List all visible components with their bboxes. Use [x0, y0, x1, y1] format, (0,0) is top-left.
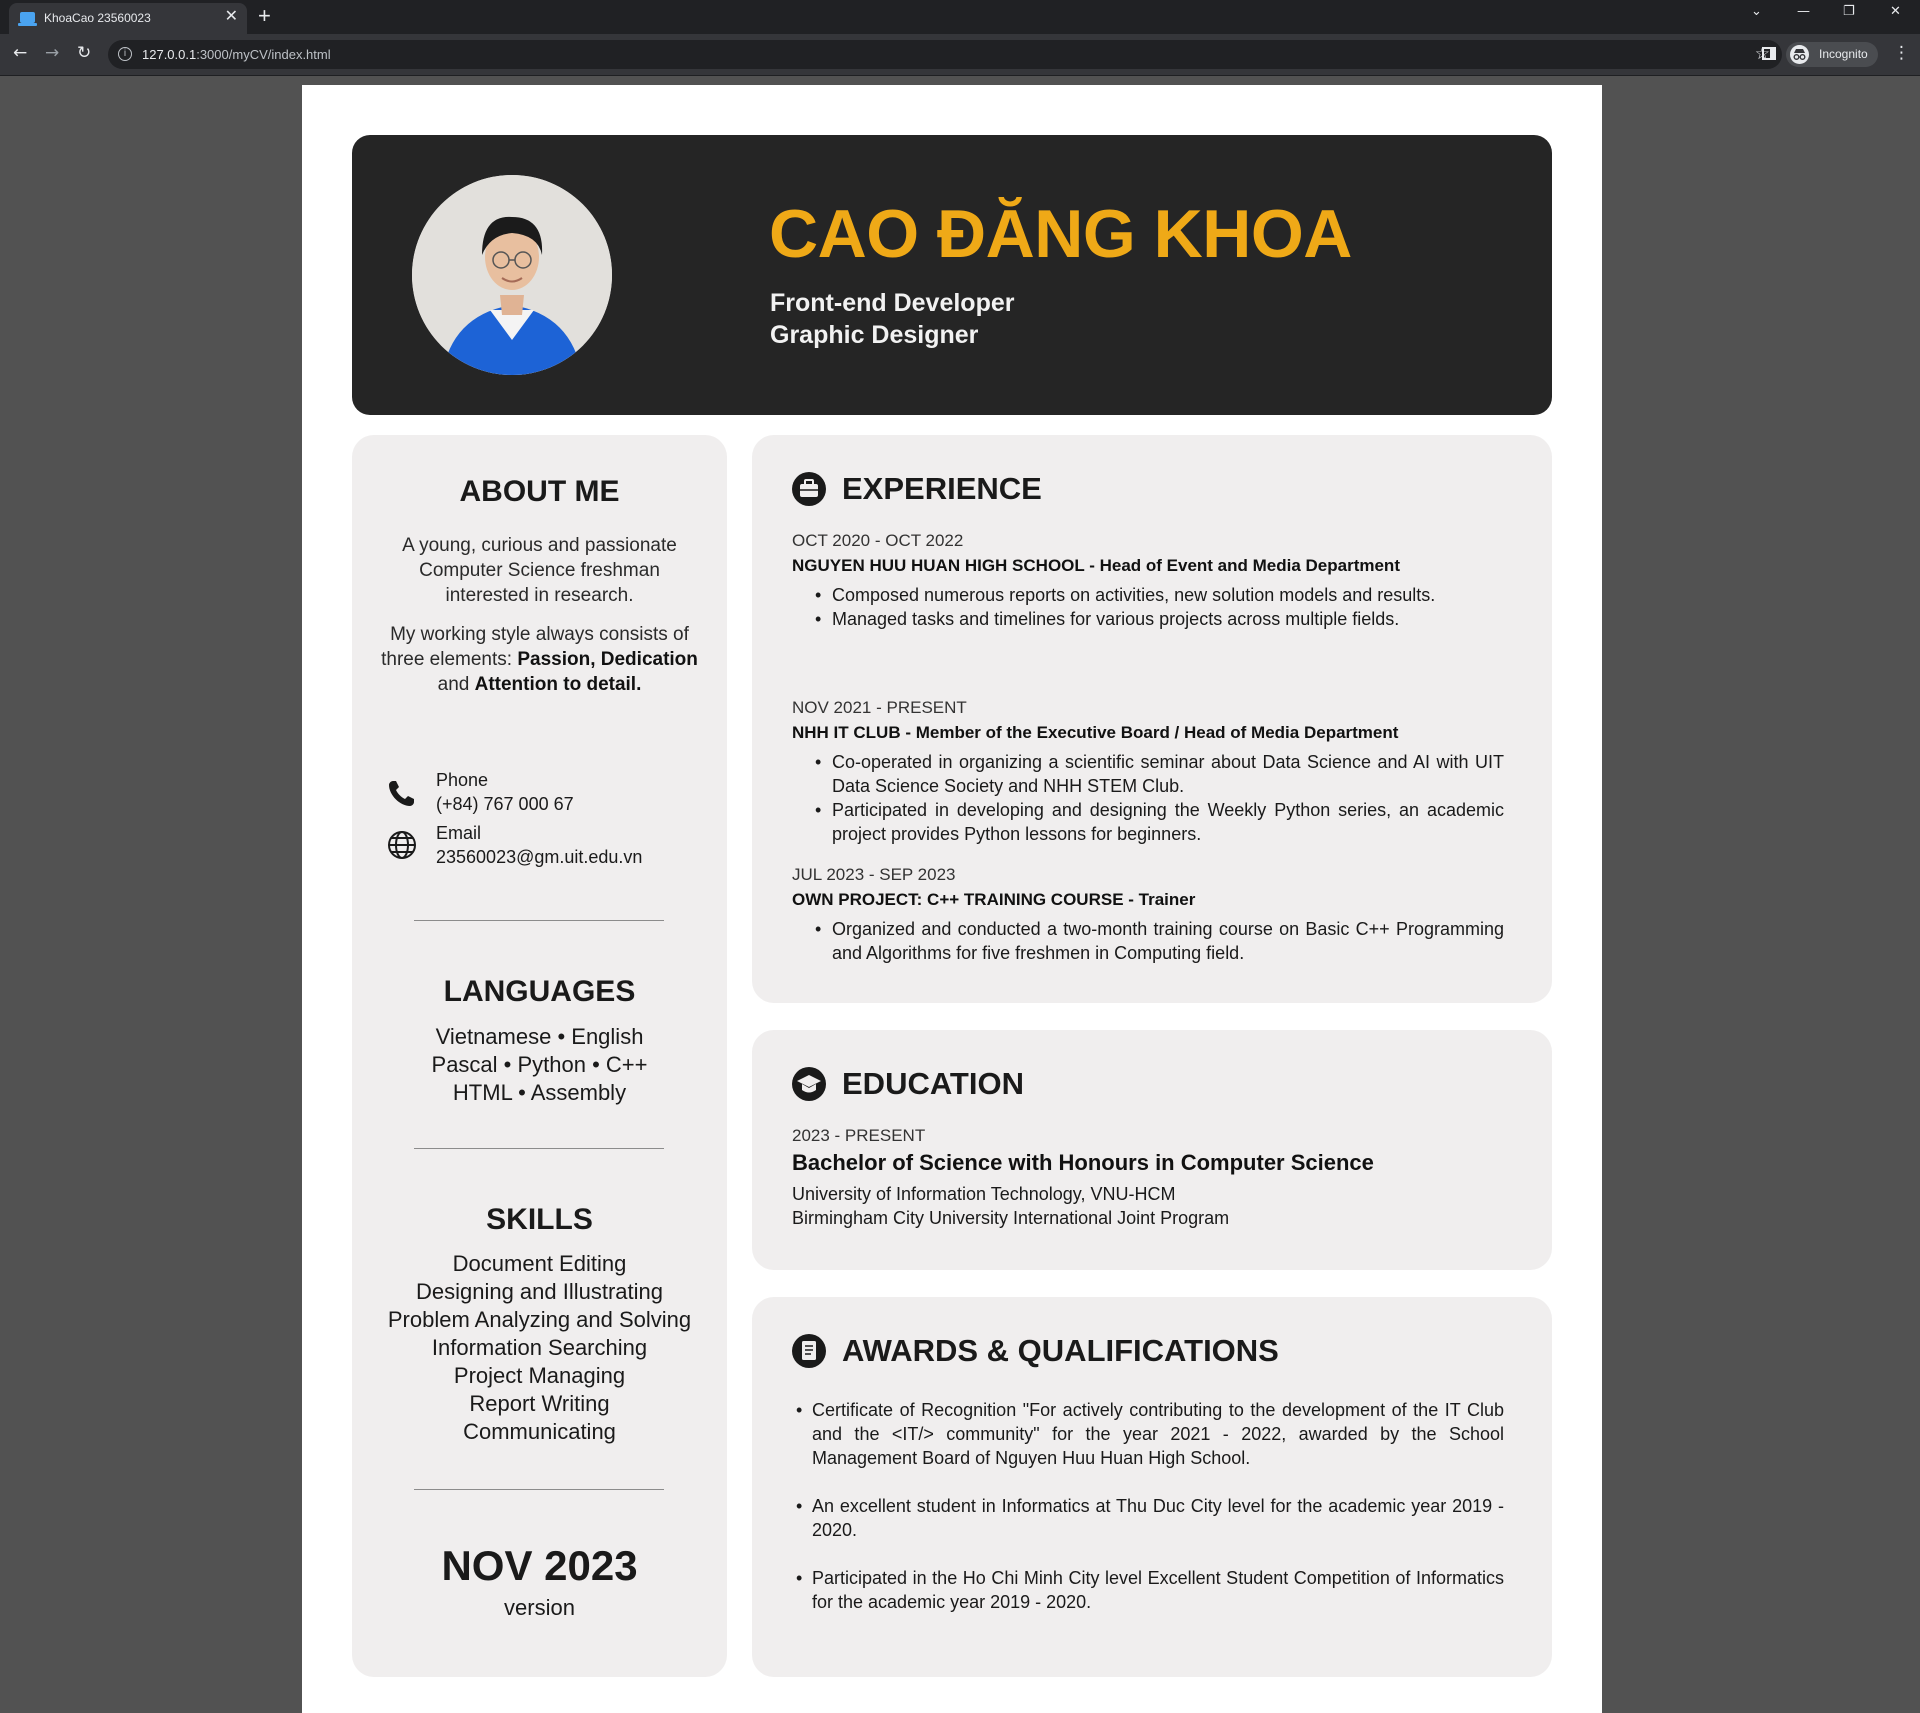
awards-list: Certificate of Recognition "For actively…: [796, 1398, 1504, 1638]
url-host: 127.0.0.1: [142, 47, 197, 62]
skill-item: Report Writing: [469, 1391, 610, 1416]
divider: [414, 1489, 664, 1490]
restore-window-button[interactable]: ❐: [1843, 4, 1855, 19]
experience-org: NGUYEN HUU HUAN HIGH SCHOOL - Head of Ev…: [792, 556, 1400, 575]
reload-icon[interactable]: ↻: [77, 43, 91, 63]
sidebar-card: ABOUT ME A young, curious and passionate…: [352, 435, 727, 1677]
role-line-2: Graphic Designer: [770, 321, 979, 349]
skill-item: Information Searching: [431, 1335, 648, 1360]
tab-close-button[interactable]: ✕: [225, 8, 238, 26]
skill-item: Designing and Illustrating: [415, 1279, 664, 1304]
skill-item: Problem Analyzing and Solving: [387, 1307, 692, 1332]
profile-label: Incognito: [1819, 47, 1868, 61]
back-arrow-icon[interactable]: ←: [13, 43, 27, 63]
list-item: Co-operated in organizing a scientific s…: [815, 750, 1504, 798]
minimize-window-button[interactable]: —: [1797, 4, 1810, 19]
languages-line: HTML • Assembly: [452, 1080, 627, 1105]
skills-heading: SKILLS: [486, 1203, 593, 1236]
experience-org: NHH IT CLUB - Member of the Executive Bo…: [792, 723, 1399, 742]
list-item: Managed tasks and timelines for various …: [815, 607, 1504, 631]
languages-line: Pascal • Python • C++: [431, 1052, 648, 1077]
candidate-name: CAO ĐĂNG KHOA: [769, 196, 1352, 272]
close-window-button[interactable]: ✕: [1890, 4, 1901, 19]
graduation-cap-icon: [792, 1067, 826, 1101]
about-me-text: A young, curious and passionate Computer…: [402, 535, 677, 606]
address-bar[interactable]: i 127.0.0.1:3000/myCV/index.html ☆: [108, 40, 1782, 69]
experience-org: OWN PROJECT: C++ TRAINING COURSE - Train…: [792, 890, 1196, 909]
briefcase-icon: [792, 472, 826, 506]
divider: [414, 1148, 664, 1149]
browser-toolbar: ← → ↻ i 127.0.0.1:3000/myCV/index.html ☆…: [0, 34, 1920, 76]
phone-value: (+84) 767 000 67: [436, 794, 574, 814]
working-style-and: and: [437, 674, 475, 695]
certificate-icon: [792, 1334, 826, 1368]
browser-tab[interactable]: KhoaCao 23560023 ✕: [9, 3, 247, 34]
experience-bullets: Organized and conducted a two-month trai…: [815, 917, 1504, 965]
languages-heading: LANGUAGES: [443, 975, 636, 1008]
list-item: Participated in the Ho Chi Minh City lev…: [796, 1566, 1504, 1614]
list-item: Composed numerous reports on activities,…: [815, 583, 1504, 607]
incognito-icon: [1790, 45, 1809, 64]
tab-search-icon[interactable]: ⌄: [1751, 4, 1762, 19]
side-panel-icon[interactable]: [1762, 47, 1776, 60]
email-label: Email: [436, 823, 482, 843]
degree-title: Bachelor of Science with Honours in Comp…: [792, 1150, 1374, 1175]
phone-icon: [389, 781, 414, 806]
url-text: 127.0.0.1:3000/myCV/index.html: [142, 47, 331, 62]
email-contact: Email 23560023@gm.uit.edu.vn: [436, 821, 642, 869]
site-info-icon[interactable]: i: [118, 47, 132, 61]
list-item: Certificate of Recognition "For actively…: [796, 1398, 1504, 1470]
program-name: Birmingham City University International…: [792, 1208, 1230, 1228]
school-name: University of Information Technology, VN…: [792, 1184, 1176, 1204]
version-label: version: [504, 1595, 575, 1620]
experience-date: NOV 2021 - PRESENT: [792, 698, 967, 717]
divider: [414, 920, 664, 921]
experience-bullets: Composed numerous reports on activities,…: [815, 583, 1504, 631]
phone-label: Phone: [436, 770, 489, 790]
list-item: Organized and conducted a two-month trai…: [815, 917, 1504, 965]
experience-card: EXPERIENCE OCT 2020 - OCT 2022 NGUYEN HU…: [752, 435, 1552, 1003]
new-tab-button[interactable]: +: [258, 3, 271, 29]
about-me-heading: ABOUT ME: [459, 475, 620, 508]
profile-photo: [412, 175, 612, 375]
experience-heading: EXPERIENCE: [842, 471, 1042, 506]
phone-contact: Phone (+84) 767 000 67: [436, 768, 574, 816]
list-item: Participated in developing and designing…: [815, 798, 1504, 846]
kebab-menu-icon[interactable]: ⋮: [1893, 43, 1910, 63]
forward-arrow-icon[interactable]: →: [45, 43, 59, 63]
education-date: 2023 - PRESENT: [792, 1126, 926, 1145]
globe-icon: [388, 831, 416, 859]
cv-header: CAO ĐĂNG KHOA Front-end Developer Graphi…: [352, 135, 1552, 415]
role-line-1: Front-end Developer: [770, 289, 1015, 317]
languages-line: Vietnamese • English: [435, 1024, 644, 1049]
awards-heading: AWARDS & QUALIFICATIONS: [842, 1333, 1279, 1368]
tab-strip: KhoaCao 23560023 ✕ + ⌄ — ❐ ✕: [0, 0, 1920, 34]
education-card: EDUCATION 2023 - PRESENT Bachelor of Sci…: [752, 1030, 1552, 1270]
profile-button[interactable]: Incognito: [1786, 42, 1878, 67]
tab-title: KhoaCao 23560023: [44, 11, 151, 25]
skill-item: Communicating: [463, 1419, 616, 1444]
experience-date: JUL 2023 - SEP 2023: [792, 865, 956, 884]
version-date: NOV 2023: [441, 1542, 638, 1589]
experience-bullets: Co-operated in organizing a scientific s…: [815, 750, 1504, 846]
skill-item: Document Editing: [452, 1251, 627, 1276]
cv-page: CAO ĐĂNG KHOA Front-end Developer Graphi…: [302, 85, 1602, 1713]
list-item: An excellent student in Informatics at T…: [796, 1494, 1504, 1542]
awards-card: AWARDS & QUALIFICATIONS Certificate of R…: [752, 1297, 1552, 1677]
url-path: :3000/myCV/index.html: [196, 47, 331, 62]
skill-item: Project Managing: [453, 1363, 626, 1388]
education-heading: EDUCATION: [842, 1066, 1024, 1101]
laptop-favicon-icon: [18, 12, 37, 26]
working-style-attention: Attention to detail.: [474, 674, 642, 695]
working-style-passion: Passion, Dedication: [517, 649, 698, 670]
experience-date: OCT 2020 - OCT 2022: [792, 531, 964, 550]
email-value[interactable]: 23560023@gm.uit.edu.vn: [436, 845, 642, 869]
working-style-text: My working style always consists of thre…: [374, 622, 705, 697]
